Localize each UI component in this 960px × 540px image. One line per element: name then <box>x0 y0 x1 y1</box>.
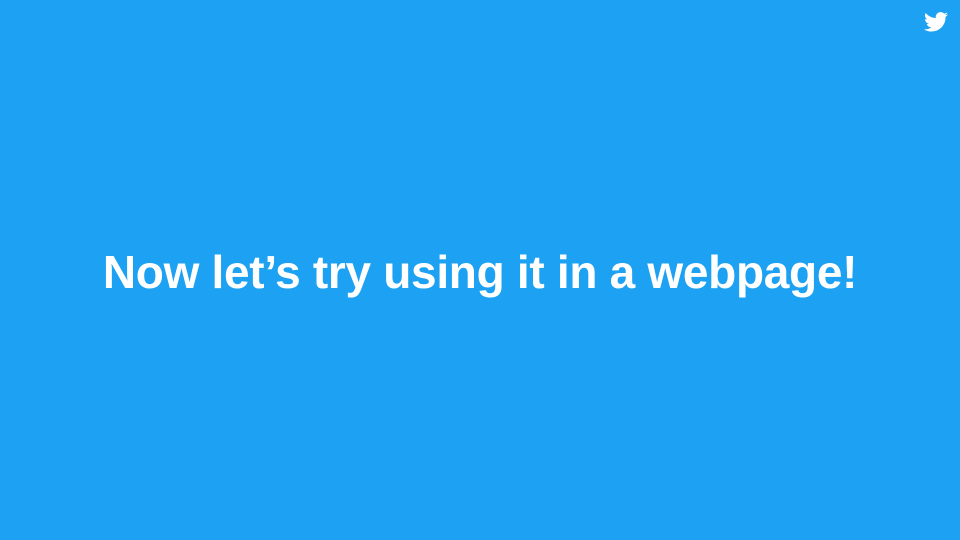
slide: Now let’s try using it in a webpage! <box>0 0 960 540</box>
slide-headline: Now let’s try using it in a webpage! <box>102 246 858 298</box>
twitter-bird-icon <box>924 12 948 32</box>
